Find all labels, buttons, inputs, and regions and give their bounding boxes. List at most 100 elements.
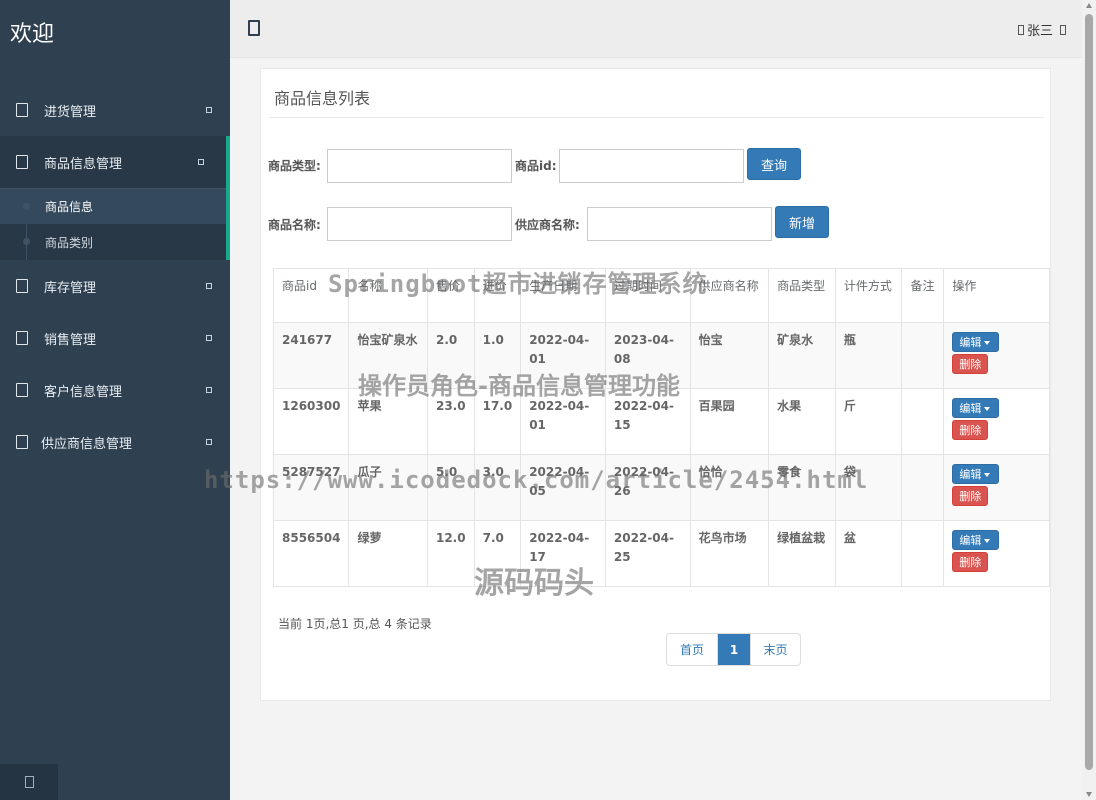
cell-unit: 盆 — [834, 520, 903, 587]
cell-type: 绿植盆栽 — [768, 520, 836, 587]
delete-button[interactable]: 删除 — [952, 354, 989, 374]
sidebar-item-customers[interactable]: 客户信息管理 — [0, 364, 230, 416]
cell-actions: 编辑 删除 — [943, 322, 1050, 389]
product-table: 商品id 名称 售价 进价 生产日期 过期时间 供应商名称 商品类型 计件方式 … — [272, 268, 1050, 587]
product-submenu: 商品信息 商品类别 — [0, 188, 230, 260]
inventory-icon — [16, 279, 28, 293]
sidebar-item-label: 供应商信息管理 — [41, 436, 133, 452]
cell-type: 零食 — [768, 454, 836, 521]
sidebar-item-suppliers[interactable]: 供应商信息管理 — [0, 416, 230, 468]
cell-unit: 斤 — [834, 388, 903, 455]
query-button[interactable]: 查询 — [747, 148, 801, 180]
edit-label: 编辑 — [959, 534, 982, 547]
supplier-name-input[interactable] — [587, 207, 772, 241]
cell-id: 5287527 — [272, 454, 350, 521]
product-list-panel: 商品信息列表 商品类型: 商品id: 查询 商品名称: 供应商名称: 新增 商品… — [260, 68, 1051, 701]
cell-cost: 17.0 — [473, 388, 522, 455]
top-bar: 张三 — [230, 0, 1082, 58]
table-header-row: 商品id 名称 售价 进价 生产日期 过期时间 供应商名称 商品类型 计件方式 … — [272, 268, 1050, 323]
panel-title: 商品信息列表 — [274, 89, 371, 108]
menu-toggle-icon[interactable] — [248, 20, 260, 36]
user-name: 张三 — [1026, 24, 1053, 39]
cell-supplier: 花鸟市场 — [689, 520, 770, 587]
submenu-item-product-info[interactable]: 商品信息 — [0, 188, 226, 224]
submenu-item-label: 商品类别 — [45, 235, 94, 250]
submenu-item-product-category[interactable]: 商品类别 — [0, 224, 226, 260]
edit-label: 编辑 — [959, 336, 982, 349]
table-row: 8556504 绿萝 12.0 7.0 2022-04-17 2022-04-2… — [272, 520, 1050, 587]
sidebar-item-label: 商品信息管理 — [44, 156, 123, 172]
delete-button[interactable]: 删除 — [952, 420, 989, 440]
cell-name: 怡宝矿泉水 — [348, 322, 428, 389]
pagination: 首页 1 末页 — [666, 633, 801, 666]
scroll-down-icon[interactable] — [1086, 792, 1092, 797]
bullet-icon — [23, 238, 30, 245]
column-header: 操作 — [943, 268, 1050, 323]
pagination-info: 当前 1页,总1 页,总 4 条记录 — [278, 617, 432, 631]
expand-icon — [198, 159, 204, 165]
dropdown-caret-icon — [984, 539, 991, 543]
column-header: 生产日期 — [520, 268, 606, 323]
expand-icon — [206, 107, 212, 113]
cell-note — [901, 322, 945, 389]
cell-supplier: 怡宝 — [689, 322, 770, 389]
cell-actions: 编辑 删除 — [943, 388, 1050, 455]
cell-unit: 瓶 — [834, 322, 903, 389]
expand-icon — [206, 439, 212, 445]
supplier-name-label: 供应商名称: — [515, 218, 580, 232]
cell-id: 1260300 — [272, 388, 350, 455]
column-header: 名称 — [348, 268, 428, 323]
sidebar-footer-button[interactable] — [0, 764, 58, 800]
sidebar-item-product-info[interactable]: 商品信息管理 — [0, 136, 230, 188]
scroll-thumb[interactable] — [1085, 14, 1093, 770]
sidebar-item-purchase[interactable]: 进货管理 — [0, 84, 230, 136]
column-header: 供应商名称 — [689, 268, 770, 323]
cell-name: 苹果 — [348, 388, 428, 455]
add-button[interactable]: 新增 — [775, 206, 829, 238]
cell-produced: 2022-04-05 — [520, 454, 606, 521]
purchase-icon — [16, 103, 28, 117]
cell-produced: 2022-04-01 — [520, 322, 606, 389]
cell-note — [901, 520, 945, 587]
dropdown-caret-icon — [984, 407, 991, 411]
user-menu[interactable]: 张三 — [1017, 20, 1066, 39]
cell-supplier: 百果园 — [689, 388, 770, 455]
cell-price: 5.0 — [426, 454, 475, 521]
product-type-input[interactable] — [327, 149, 512, 183]
cell-expires: 2023-04-08 — [604, 322, 691, 389]
edit-button[interactable]: 编辑 — [952, 332, 1000, 352]
scroll-up-icon[interactable] — [1086, 3, 1092, 8]
sidebar-item-label: 客户信息管理 — [44, 384, 123, 400]
table-row: 241677 怡宝矿泉水 2.0 1.0 2022-04-01 2023-04-… — [272, 322, 1050, 389]
sidebar: 欢迎 进货管理 商品信息管理 商品信息 商品类别 库存管理 销售管理 客户信息管… — [0, 0, 230, 800]
cell-actions: 编辑 删除 — [943, 520, 1050, 587]
last-page-button[interactable]: 末页 — [750, 634, 800, 665]
footer-icon — [24, 776, 34, 788]
delete-button[interactable]: 删除 — [952, 486, 989, 506]
edit-label: 编辑 — [959, 402, 982, 415]
edit-button[interactable]: 编辑 — [952, 530, 1000, 550]
product-id-input[interactable] — [559, 149, 744, 183]
product-name-input[interactable] — [327, 207, 512, 241]
cell-price: 12.0 — [426, 520, 475, 587]
product-name-label: 商品名称: — [268, 218, 321, 232]
page-number-button[interactable]: 1 — [718, 634, 750, 665]
edit-button[interactable]: 编辑 — [952, 464, 1000, 484]
column-header: 过期时间 — [604, 268, 691, 323]
divider — [269, 117, 1044, 118]
cell-type: 矿泉水 — [768, 322, 836, 389]
column-header: 售价 — [426, 268, 475, 323]
brand-title: 欢迎 — [10, 22, 55, 47]
sidebar-item-sales[interactable]: 销售管理 — [0, 312, 230, 364]
page-scrollbar[interactable] — [1082, 0, 1096, 800]
product-id-label: 商品id: — [515, 159, 557, 173]
cell-price: 2.0 — [426, 322, 475, 389]
sidebar-item-inventory[interactable]: 库存管理 — [0, 260, 230, 312]
edit-button[interactable]: 编辑 — [952, 398, 1000, 418]
first-page-button[interactable]: 首页 — [667, 634, 718, 665]
column-header: 计件方式 — [834, 268, 903, 323]
cell-price: 23.0 — [426, 388, 475, 455]
expand-icon — [206, 387, 212, 393]
sidebar-menu: 进货管理 商品信息管理 商品信息 商品类别 库存管理 销售管理 客户信息管理 供… — [0, 84, 230, 468]
delete-button[interactable]: 删除 — [952, 552, 989, 572]
